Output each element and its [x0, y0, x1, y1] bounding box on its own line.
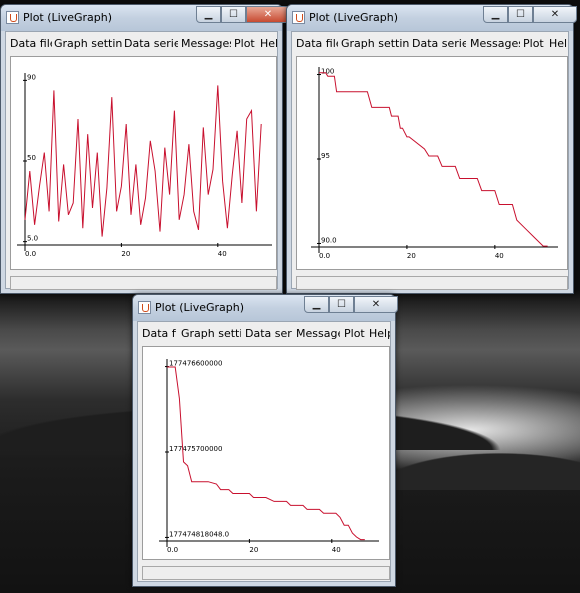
y-tick-label: 177476600000 — [169, 360, 222, 368]
menu-plot[interactable]: Plot — [523, 37, 545, 50]
menu-data-series[interactable]: Data series — [245, 327, 292, 340]
menu-data-series[interactable]: Data series — [412, 37, 466, 50]
series-line — [24, 85, 262, 237]
minimize-button[interactable]: ▁ — [304, 296, 329, 313]
maximize-button[interactable]: ☐ — [221, 6, 246, 23]
plot-panel: 0.0 20 40 90.0 95 100 — [296, 56, 568, 270]
java-app-icon — [138, 301, 151, 314]
menu-graph-settings[interactable]: Graph settings — [341, 37, 409, 50]
minimize-button[interactable]: ▁ — [483, 6, 508, 23]
close-button[interactable]: ✕ — [354, 296, 398, 313]
menu-bar: Data file Graph settings Data series Mes… — [138, 322, 390, 344]
y-tick-label: 90.0 — [321, 236, 337, 244]
y-tick-label: 90 — [27, 73, 36, 81]
y-tick-label: 100 — [321, 68, 334, 76]
minimize-button[interactable]: ▁ — [196, 6, 221, 23]
x-tick-label: 40 — [218, 250, 227, 258]
close-button[interactable]: ✕ — [246, 6, 290, 23]
menu-plot[interactable]: Plot — [234, 37, 256, 50]
maximize-button[interactable]: ☐ — [329, 296, 354, 313]
series-line — [319, 72, 548, 247]
maximize-button[interactable]: ☐ — [508, 6, 533, 23]
menu-bar: Data file Graph settings Data series Mes… — [292, 32, 568, 54]
menu-help[interactable]: Help — [260, 37, 277, 50]
x-tick-label: 40 — [332, 546, 341, 554]
y-tick-label: 95 — [321, 152, 330, 160]
title-bar[interactable]: Plot (LiveGraph) ▁ ☐ ✕ — [287, 5, 577, 31]
menu-bar: Data file Graph settings Data series Mes… — [6, 32, 277, 54]
x-tick-label: 20 — [249, 546, 258, 554]
java-app-icon — [6, 11, 19, 24]
window-client-area: Data file Graph settings Data series Mes… — [5, 31, 278, 290]
window-title: Plot (LiveGraph) — [309, 11, 399, 24]
x-tick-label: 0.0 — [167, 546, 178, 554]
x-tick-label: 40 — [495, 252, 504, 260]
menu-data-file[interactable]: Data file — [142, 327, 176, 340]
menu-data-series[interactable]: Data series — [124, 37, 178, 50]
title-bar[interactable]: Plot (LiveGraph) ▁ ☐ ✕ — [1, 5, 290, 31]
line-chart: 0.0 20 40 90.0 95 100 — [311, 67, 558, 260]
y-tick-label: 177475700000 — [169, 445, 222, 453]
window-client-area: Data file Graph settings Data series Mes… — [137, 321, 391, 582]
plot-panel: 0.0 20 40 177474818048.0 177475700000 1774766… — [142, 346, 390, 560]
menu-messages[interactable]: Messages — [296, 327, 340, 340]
window-title: Plot (LiveGraph) — [155, 301, 245, 314]
y-tick-label: 5.0 — [27, 235, 38, 243]
java-app-icon — [292, 11, 305, 24]
window-client-area: Data file Graph settings Data series Mes… — [291, 31, 569, 290]
x-tick-label: 0.0 — [25, 250, 36, 258]
menu-plot[interactable]: Plot — [344, 327, 366, 340]
line-chart: 0.0 20 40 177474818048.0 177475700000 1774766… — [159, 359, 379, 554]
menu-messages[interactable]: Messages — [470, 37, 520, 50]
close-button[interactable]: ✕ — [533, 6, 577, 23]
menu-graph-settings[interactable]: Graph settings — [54, 37, 122, 50]
plot-window[interactable]: Plot (LiveGraph) ▁ ☐ ✕ Data file Graph s… — [286, 4, 577, 294]
line-chart: 0.0 20 40 5.0 50 90 — [17, 73, 272, 258]
plot-window[interactable]: Plot (LiveGraph) ▁ ☐ ✕ Data file Graph s… — [132, 294, 398, 587]
menu-help[interactable]: Help — [369, 327, 390, 340]
background-hill — [380, 410, 580, 490]
title-bar[interactable]: Plot (LiveGraph) ▁ ☐ ✕ — [133, 295, 398, 321]
menu-data-file[interactable]: Data file — [10, 37, 52, 50]
x-tick-label: 0.0 — [319, 252, 330, 260]
menu-messages[interactable]: Messages — [181, 37, 231, 50]
menu-help[interactable]: Help — [549, 37, 568, 50]
plot-panel: 0.0 20 40 5.0 50 90 — [10, 56, 277, 270]
menu-graph-settings[interactable]: Graph settings — [181, 327, 241, 340]
x-tick-label: 20 — [407, 252, 416, 260]
series-line — [167, 366, 365, 541]
status-bar — [10, 276, 277, 290]
window-title: Plot (LiveGraph) — [23, 11, 113, 24]
y-tick-label: 177474818048.0 — [169, 530, 229, 538]
plot-window[interactable]: Plot (LiveGraph) ▁ ☐ ✕ Data file Graph s… — [0, 4, 290, 294]
menu-data-file[interactable]: Data file — [296, 37, 338, 50]
status-bar — [142, 566, 390, 580]
y-tick-label: 50 — [27, 154, 36, 162]
status-bar — [296, 276, 568, 290]
x-tick-label: 20 — [121, 250, 130, 258]
